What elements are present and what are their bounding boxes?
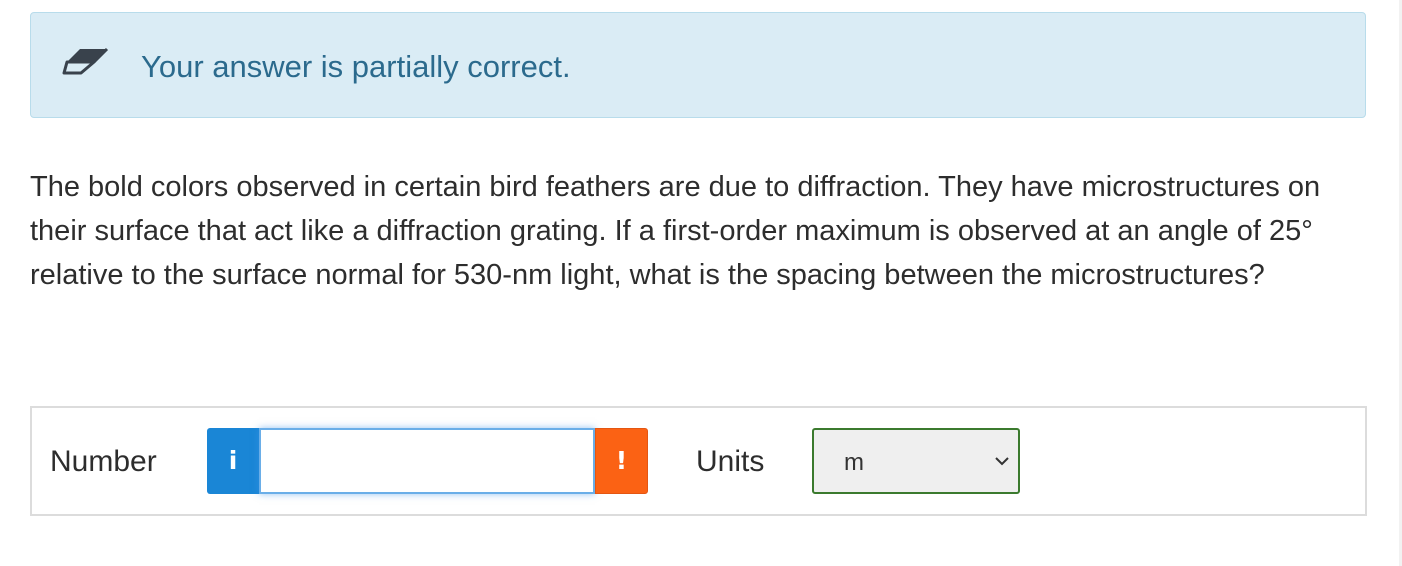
info-icon: i	[228, 446, 238, 475]
question-text: The bold colors observed in certain bird…	[30, 171, 1321, 291]
number-input[interactable]	[259, 428, 595, 494]
chevron-down-icon	[995, 457, 1009, 466]
eraser-icon	[62, 47, 109, 75]
units-select[interactable]: m	[812, 428, 1020, 494]
units-label: Units	[696, 445, 765, 478]
number-label: Number	[50, 445, 157, 478]
warning-button[interactable]: !	[595, 428, 648, 494]
units-select-value: m	[844, 449, 864, 476]
info-button[interactable]: i	[207, 428, 259, 494]
feedback-message: Your answer is partially correct.	[141, 49, 571, 84]
exclamation-icon: !	[615, 446, 628, 475]
answer-row: Number i ! Units m	[30, 406, 1367, 516]
feedback-banner: Your answer is partially correct.	[30, 12, 1366, 118]
page: Your answer is partially correct. The bo…	[0, 0, 1402, 566]
